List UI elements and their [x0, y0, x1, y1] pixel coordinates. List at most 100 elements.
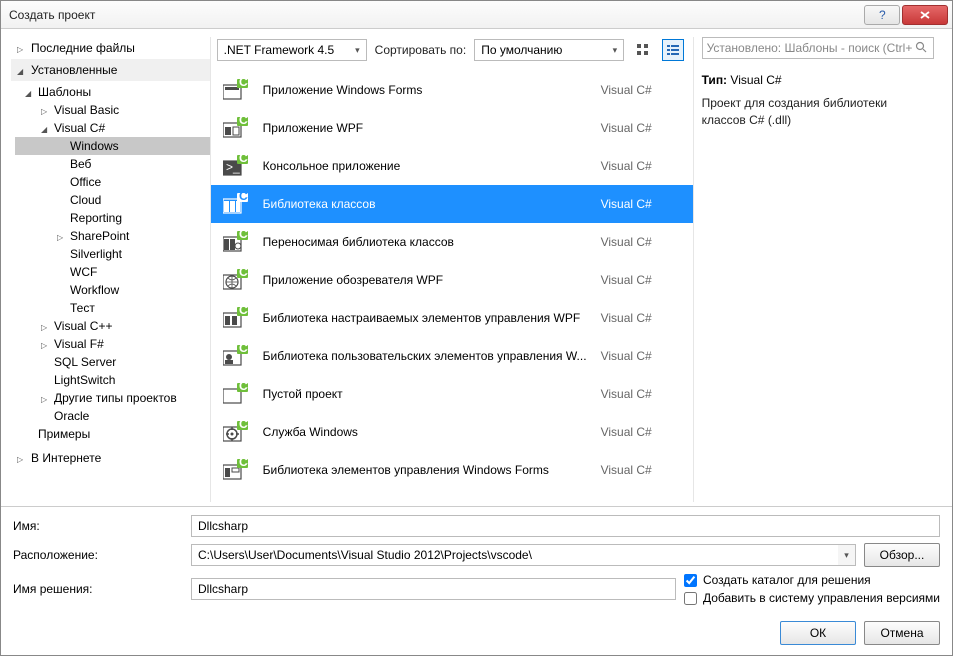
name-input[interactable]	[191, 515, 940, 537]
template-name: Библиотека настраиваемых элементов управ…	[263, 311, 587, 325]
tree-samples[interactable]: Примеры	[15, 425, 210, 443]
content-area: Последние файлы Установленные ШаблоныVis…	[1, 29, 952, 506]
svg-text:C#: C#	[239, 345, 249, 355]
close-button[interactable]	[902, 5, 948, 25]
template-name: Приложение WPF	[263, 121, 587, 135]
framework-value: .NET Framework 4.5	[224, 43, 334, 57]
form-row-location: Расположение: ▾ Обзор...	[13, 543, 940, 567]
framework-select[interactable]: .NET Framework 4.5 ▾	[217, 39, 367, 61]
service-icon: C#	[223, 419, 249, 445]
sort-value: По умолчанию	[481, 43, 562, 57]
template-name: Приложение Windows Forms	[263, 83, 587, 97]
tree-item-label: LightSwitch	[54, 373, 115, 387]
chevron-down-icon	[25, 85, 35, 99]
cancel-button[interactable]: Отмена	[864, 621, 940, 645]
template-lang: Visual C#	[601, 159, 681, 173]
template-row[interactable]: C# Библиотека элементов управления Window…	[211, 451, 693, 489]
svg-text:C#: C#	[239, 269, 249, 279]
tree-item-label: Cloud	[70, 193, 101, 207]
tree-item-label: Oracle	[54, 409, 89, 423]
tree-workflow[interactable]: Workflow	[15, 281, 210, 299]
sort-label: Сортировать по:	[375, 43, 467, 57]
tree-lightswitch[interactable]: LightSwitch	[15, 371, 210, 389]
source-control-check[interactable]	[684, 592, 697, 605]
solution-label: Имя решения:	[13, 582, 183, 596]
tree-visual-cpp[interactable]: Visual C++	[15, 317, 210, 335]
chevron-down-icon	[17, 63, 27, 77]
sidebar-section-installed[interactable]: Установленные	[11, 59, 210, 81]
tree-windows[interactable]: Windows	[15, 137, 210, 155]
svg-text:C#: C#	[239, 421, 249, 431]
tree-item-label: Веб	[70, 157, 91, 171]
template-name: Библиотека элементов управления Windows …	[263, 463, 587, 477]
tree-visual-csharp[interactable]: Visual C#	[15, 119, 210, 137]
sidebar-online-label: В Интернете	[31, 451, 101, 465]
template-lang: Visual C#	[601, 463, 681, 477]
tree-web[interactable]: Веб	[15, 155, 210, 173]
tree-visual-basic[interactable]: Visual Basic	[15, 101, 210, 119]
tree-cloud[interactable]: Cloud	[15, 191, 210, 209]
template-row[interactable]: C#Библиотека настраиваемых элементов упр…	[211, 299, 693, 337]
form-row-solution: Имя решения: Создать каталог для решения…	[13, 573, 940, 605]
sort-select[interactable]: По умолчанию ▾	[474, 39, 624, 61]
chevron-down-icon	[41, 121, 51, 135]
create-directory-check[interactable]	[684, 574, 697, 587]
bottom-form: Имя: Расположение: ▾ Обзор... Имя решени…	[1, 506, 952, 615]
template-row[interactable]: C#Пустой проектVisual C#	[211, 375, 693, 413]
location-input[interactable]	[191, 544, 838, 566]
template-row[interactable]: C#Библиотека классовVisual C#	[211, 185, 693, 223]
chevron-down-icon: ▾	[613, 45, 618, 56]
template-name: Библиотека классов	[263, 197, 587, 211]
wpfuser-icon: C#	[223, 343, 249, 369]
tree-item-label: SharePoint	[70, 229, 129, 243]
template-row[interactable]: C#Служба WindowsVisual C#	[211, 413, 693, 451]
tree-other-project-types[interactable]: Другие типы проектов	[15, 389, 210, 407]
help-button[interactable]: ?	[864, 5, 900, 25]
tree-templates[interactable]: Шаблоны	[15, 83, 210, 101]
tree-reporting[interactable]: Reporting	[15, 209, 210, 227]
browse-button[interactable]: Обзор...	[864, 543, 940, 567]
sidebar-section-online[interactable]: В Интернете	[11, 447, 210, 469]
template-row[interactable]: C#Переносимая библиотека классовVisual C…	[211, 223, 693, 261]
template-row[interactable]: >_C#Консольное приложениеVisual C#	[211, 147, 693, 185]
solution-input[interactable]	[191, 578, 676, 600]
template-lang: Visual C#	[601, 83, 681, 97]
tree-sql-server[interactable]: SQL Server	[15, 353, 210, 371]
empty-icon: C#	[223, 381, 249, 407]
view-medium-icons-button[interactable]	[632, 39, 654, 61]
tree-wcf[interactable]: WCF	[15, 263, 210, 281]
source-control-checkbox[interactable]: Добавить в систему управления версиями	[684, 591, 940, 605]
svg-text:C#: C#	[239, 155, 249, 165]
chevron-down-icon[interactable]: ▾	[838, 544, 856, 566]
titlebar: Создать проект ?	[1, 1, 952, 29]
details-description: Проект для создания библиотеки классов C…	[702, 95, 934, 129]
classlib-icon: C#	[223, 191, 249, 217]
tree-office[interactable]: Office	[15, 173, 210, 191]
location-combo[interactable]: ▾	[191, 544, 856, 566]
search-input[interactable]: Установлено: Шаблоны - поиск (Ctrl+	[702, 37, 934, 59]
formsctrl-icon: C#	[223, 457, 249, 483]
wpf-icon: C#	[223, 115, 249, 141]
ok-button[interactable]: ОК	[780, 621, 856, 645]
tree-oracle[interactable]: Oracle	[15, 407, 210, 425]
chevron-right-icon	[41, 103, 51, 117]
tree-visual-fsharp[interactable]: Visual F#	[15, 335, 210, 353]
tree-test[interactable]: Тест	[15, 299, 210, 317]
details-panel: Установлено: Шаблоны - поиск (Ctrl+ Тип:…	[694, 37, 942, 502]
tree-silverlight[interactable]: Silverlight	[15, 245, 210, 263]
tree-sharepoint[interactable]: SharePoint	[15, 227, 210, 245]
details-type-line: Тип: Visual C#	[702, 73, 934, 87]
source-control-label: Добавить в систему управления версиями	[703, 591, 940, 605]
create-directory-checkbox[interactable]: Создать каталог для решения	[684, 573, 940, 587]
template-row[interactable]: C#Приложение обозревателя WPFVisual C#	[211, 261, 693, 299]
create-directory-label: Создать каталог для решения	[703, 573, 871, 587]
template-row[interactable]: C#Библиотека пользовательских элементов …	[211, 337, 693, 375]
tree-item-label: Reporting	[70, 211, 122, 225]
svg-text:C#: C#	[239, 79, 249, 89]
chevron-right-icon	[57, 229, 67, 243]
template-row[interactable]: C#Приложение WPFVisual C#	[211, 109, 693, 147]
sidebar-section-recent[interactable]: Последние файлы	[11, 37, 210, 59]
template-row[interactable]: C# Приложение Windows Forms Visual C#	[211, 71, 693, 109]
template-name: Пустой проект	[263, 387, 587, 401]
view-small-icons-button[interactable]	[662, 39, 684, 61]
